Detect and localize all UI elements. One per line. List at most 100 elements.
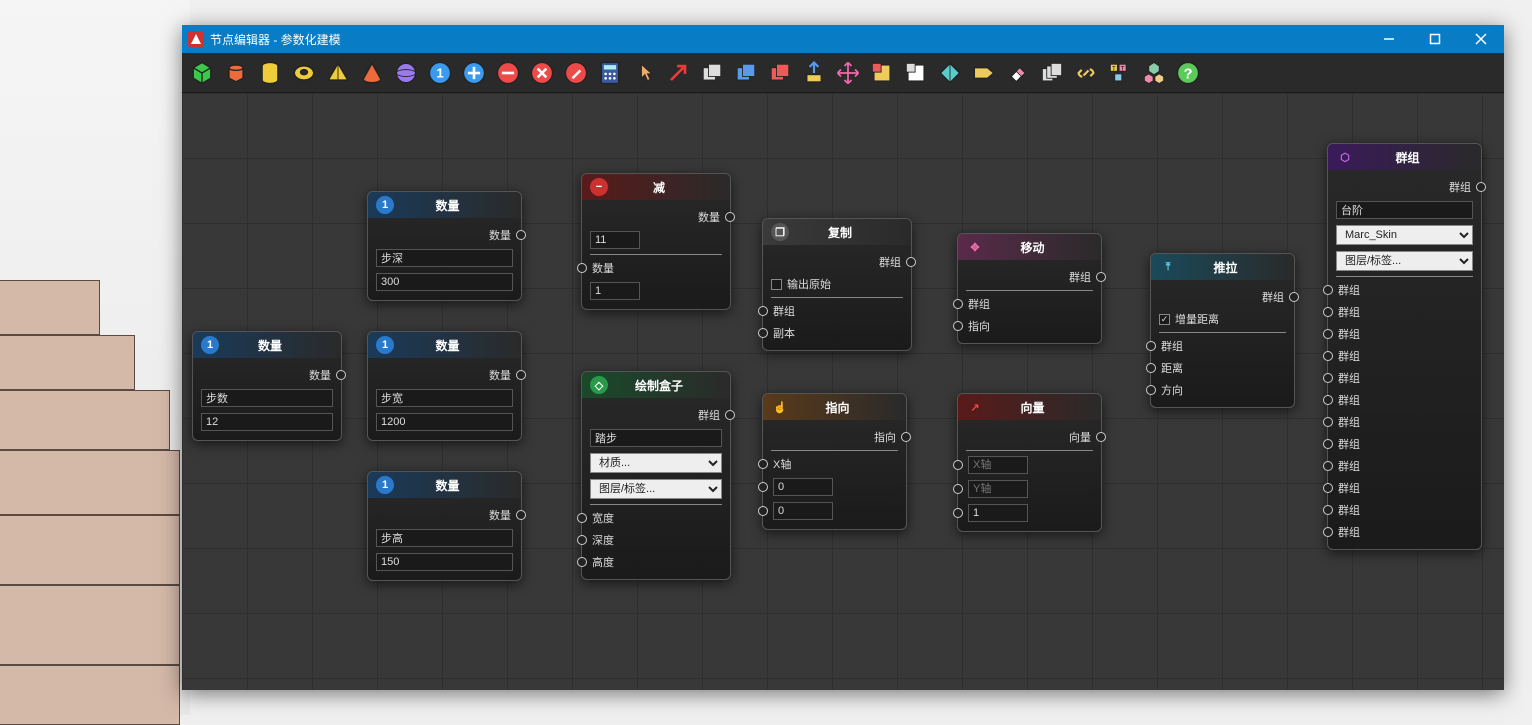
tool-link-icon[interactable]	[1070, 57, 1102, 89]
input-port[interactable]	[1323, 439, 1333, 449]
vector-z-input[interactable]	[968, 504, 1028, 522]
input-port[interactable]	[1323, 351, 1333, 361]
output-port[interactable]	[516, 510, 526, 520]
stepheight-value-input[interactable]	[376, 553, 513, 571]
output-port[interactable]	[901, 432, 911, 442]
group-slot-2[interactable]: 群组	[1336, 323, 1473, 345]
output-port[interactable]	[725, 212, 735, 222]
output-original-checkbox[interactable]	[771, 279, 782, 290]
input-port[interactable]	[1323, 285, 1333, 295]
tool-subtract-icon[interactable]	[492, 57, 524, 89]
group-slot-11[interactable]: 群组	[1336, 521, 1473, 543]
group-slot-1[interactable]: 群组	[1336, 301, 1473, 323]
input-port-group[interactable]	[953, 299, 963, 309]
input-port-x[interactable]	[758, 459, 768, 469]
node-vector[interactable]: ↗向量 向量	[957, 393, 1102, 532]
orient-y-input[interactable]	[773, 478, 833, 496]
tool-text-labels-icon[interactable]: TT	[1104, 57, 1136, 89]
group-slot-9[interactable]: 群组	[1336, 477, 1473, 499]
tool-duplicate-icon[interactable]	[696, 57, 728, 89]
node-canvas[interactable]: 1数量 数量 1数量 数量 1数量 数量	[182, 93, 1504, 690]
stepheight-label-input[interactable]	[376, 529, 513, 547]
output-port[interactable]	[1289, 292, 1299, 302]
output-port[interactable]	[1096, 272, 1106, 282]
node-number-stepwidth[interactable]: 1数量 数量	[367, 331, 522, 441]
orient-z-input[interactable]	[773, 502, 833, 520]
tool-copies-icon[interactable]	[1036, 57, 1068, 89]
output-port[interactable]	[725, 410, 735, 420]
subtract-b-input[interactable]	[590, 282, 640, 300]
tool-pyramid-icon[interactable]	[322, 57, 354, 89]
drawbox-layer-select[interactable]: 图层/标签...	[590, 479, 722, 499]
steps-label-input[interactable]	[201, 389, 333, 407]
input-port-group[interactable]	[1146, 341, 1156, 351]
group-slot-6[interactable]: 群组	[1336, 411, 1473, 433]
tool-duplicate-blue-icon[interactable]	[730, 57, 762, 89]
output-port[interactable]	[336, 370, 346, 380]
input-port-copies[interactable]	[758, 328, 768, 338]
input-port[interactable]	[1323, 483, 1333, 493]
tool-colorbox-icon[interactable]	[866, 57, 898, 89]
input-port[interactable]	[1323, 307, 1333, 317]
tool-group-hierarchy-icon[interactable]	[1138, 57, 1170, 89]
increment-distance-checkbox[interactable]	[1159, 314, 1170, 325]
node-copy[interactable]: ❐复制 群组 输出原始 群组 副本	[762, 218, 912, 351]
output-port[interactable]	[1096, 432, 1106, 442]
group-slot-7[interactable]: 群组	[1336, 433, 1473, 455]
steps-value-input[interactable]	[201, 413, 333, 431]
group-slot-5[interactable]: 群组	[1336, 389, 1473, 411]
stepdepth-label-input[interactable]	[376, 249, 513, 267]
input-port-z[interactable]	[758, 506, 768, 516]
input-port[interactable]	[577, 263, 587, 273]
input-port-direction[interactable]	[1146, 385, 1156, 395]
input-port[interactable]	[1323, 329, 1333, 339]
node-pushpull[interactable]: ⤒推拉 群组 增量距离 群组 距离 方向	[1150, 253, 1295, 408]
group-slot-4[interactable]: 群组	[1336, 367, 1473, 389]
subtract-a-input[interactable]	[590, 231, 640, 249]
group-slot-10[interactable]: 群组	[1336, 499, 1473, 521]
group-slot-3[interactable]: 群组	[1336, 345, 1473, 367]
tool-move-icon[interactable]	[832, 57, 864, 89]
minimize-button[interactable]	[1366, 25, 1412, 53]
node-number-stepheight[interactable]: 1数量 数量	[367, 471, 522, 581]
group-material-select[interactable]: Marc_Skin	[1336, 225, 1473, 245]
drawbox-name-input[interactable]	[590, 429, 722, 447]
output-port[interactable]	[516, 230, 526, 240]
close-button[interactable]	[1458, 25, 1504, 53]
node-number-stepdepth[interactable]: 1数量 数量	[367, 191, 522, 301]
tool-arrow-icon[interactable]	[662, 57, 694, 89]
input-port-depth[interactable]	[577, 535, 587, 545]
tool-pointer-icon[interactable]	[628, 57, 660, 89]
tool-cylinder-icon[interactable]	[254, 57, 286, 89]
node-number-steps[interactable]: 1数量 数量	[192, 331, 342, 441]
input-port-y[interactable]	[953, 484, 963, 494]
tool-whitebox-icon[interactable]	[900, 57, 932, 89]
input-port[interactable]	[1323, 395, 1333, 405]
tool-sphere-icon[interactable]	[390, 57, 422, 89]
output-port[interactable]	[906, 257, 916, 267]
output-port[interactable]	[516, 370, 526, 380]
tool-calculator-icon[interactable]	[594, 57, 626, 89]
node-orient[interactable]: ☝指向 指向 X轴	[762, 393, 907, 530]
drawbox-material-select[interactable]: 材质...	[590, 453, 722, 473]
node-group-panel[interactable]: ⬡群组 群组 Marc_Skin 图层/标签... 群组群组群组群组群组群组群组…	[1327, 143, 1482, 550]
tool-cube-icon[interactable]	[186, 57, 218, 89]
input-port[interactable]	[1323, 461, 1333, 471]
input-port-height[interactable]	[577, 557, 587, 567]
output-port[interactable]	[1476, 182, 1486, 192]
maximize-button[interactable]	[1412, 25, 1458, 53]
node-subtract[interactable]: −减 数量 数量	[581, 173, 731, 310]
stepdepth-value-input[interactable]	[376, 273, 513, 291]
input-port-x[interactable]	[953, 460, 963, 470]
node-drawbox[interactable]: ◇绘制盒子 群组 材质... 图层/标签... 宽度 深度 高度	[581, 371, 731, 580]
input-port-y[interactable]	[758, 482, 768, 492]
tool-add-icon[interactable]	[458, 57, 490, 89]
tool-duplicate-red-icon[interactable]	[764, 57, 796, 89]
group-slot-0[interactable]: 群组	[1336, 279, 1473, 301]
input-port[interactable]	[1323, 373, 1333, 383]
input-port[interactable]	[1323, 417, 1333, 427]
vector-x-input[interactable]	[968, 456, 1028, 474]
tool-torus-icon[interactable]	[288, 57, 320, 89]
stepwidth-label-input[interactable]	[376, 389, 513, 407]
tool-hex-cylinder-icon[interactable]	[220, 57, 252, 89]
